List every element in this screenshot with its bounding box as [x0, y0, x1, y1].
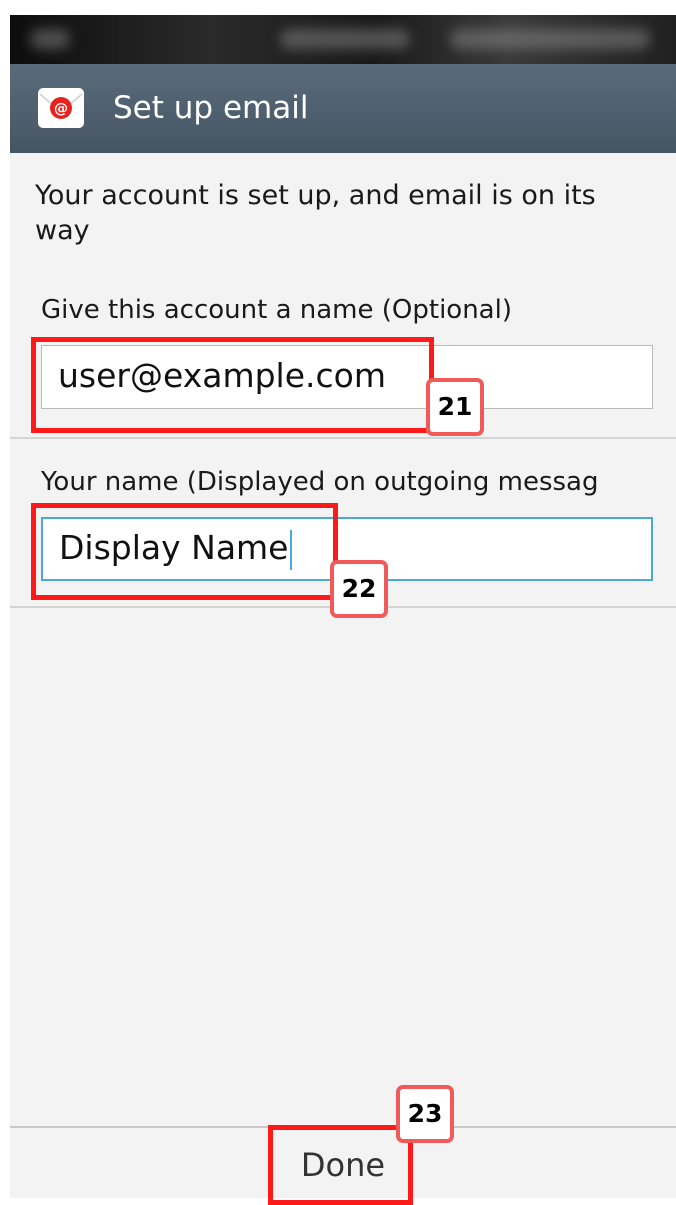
setup-complete-message: Your account is set up, and email is on … — [35, 180, 596, 246]
annotation-badge-21: 21 — [426, 378, 484, 436]
section-divider — [10, 437, 676, 439]
action-bar: @ Set up email — [10, 64, 676, 153]
done-button[interactable]: Done — [10, 1128, 676, 1198]
your-name-value: Display Name — [59, 528, 289, 567]
annotation-badge-22: 22 — [330, 560, 388, 618]
email-app-icon: @ — [38, 88, 84, 128]
your-name-label: Your name (Displayed on outgoing messag — [41, 467, 599, 497]
page-title: Set up email — [113, 90, 309, 126]
status-bar — [10, 15, 676, 64]
account-name-value: user@example.com — [58, 356, 386, 395]
account-name-label: Give this account a name (Optional) — [41, 295, 512, 325]
text-cursor — [289, 529, 292, 570]
annotation-badge-23: 23 — [396, 1085, 454, 1143]
svg-text:@: @ — [54, 101, 68, 117]
account-name-input[interactable]: user@example.com — [41, 345, 653, 409]
